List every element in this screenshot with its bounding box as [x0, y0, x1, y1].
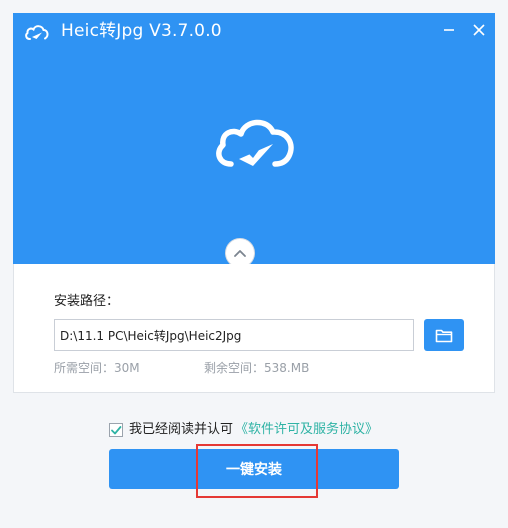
agreement-row: 我已经阅读并认可 《软件许可及服务协议》	[109, 421, 378, 439]
install-path-label: 安装路径：	[54, 294, 120, 309]
close-icon	[473, 24, 485, 36]
required-space: 所需空间：30M	[54, 361, 140, 375]
install-path-input[interactable]	[54, 319, 414, 351]
highlight-box	[196, 444, 318, 498]
agreement-checkbox[interactable]	[109, 423, 123, 437]
cloud-logo-icon	[216, 119, 294, 167]
minimize-button[interactable]	[437, 18, 461, 42]
close-button[interactable]	[467, 18, 491, 42]
minimize-icon	[444, 29, 454, 31]
chevron-up-icon	[234, 250, 246, 257]
folder-icon	[435, 329, 453, 342]
browse-folder-button[interactable]	[424, 319, 464, 351]
install-options-panel: 安装路径： 所需空间：30M 剩余空间：538.MB	[13, 264, 495, 393]
installer-window: Heic转Jpg V3.7.0.0 安装路径： D:\11.1 PC\Heic转…	[0, 0, 508, 528]
remaining-space: 剩余空间：538.MB	[204, 361, 310, 375]
check-icon	[111, 426, 122, 435]
agreement-text: 我已经阅读并认可	[129, 422, 234, 437]
cloud-logo-icon	[25, 25, 49, 40]
window-title: Heic转Jpg V3.7.0.0	[61, 21, 222, 41]
agreement-link[interactable]: 《软件许可及服务协议》	[235, 421, 378, 439]
header-banner: Heic转Jpg V3.7.0.0	[13, 13, 495, 264]
